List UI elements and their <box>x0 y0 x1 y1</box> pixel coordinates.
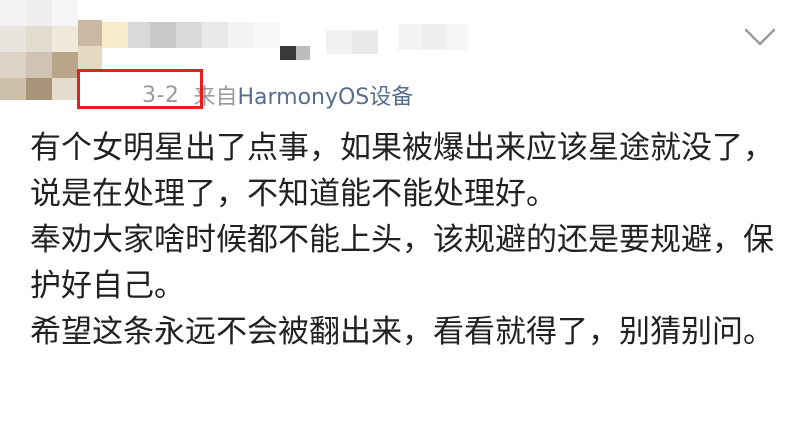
post-paragraph: 奉劝大家啥时候都不能上头，该规避的还是要规避，保护好自己。 <box>30 222 774 304</box>
avatar[interactable] <box>0 0 102 105</box>
highlight-box <box>77 69 203 109</box>
post-paragraph: 有个女明星出了点事，如果被爆出来应该星途就没了，说是在处理了，不知道能不能处理好… <box>30 130 774 212</box>
source-device-link[interactable]: HarmonyOS设备 <box>237 85 413 110</box>
post-paragraph: 希望这条永远不会被翻出来，看看就得了，别猜别问。 <box>30 314 774 350</box>
post-source: 来自HarmonyOS设备 <box>193 79 413 111</box>
chevron-down-icon[interactable] <box>740 22 780 50</box>
post-body: 有个女明星出了点事，如果被爆出来应该星途就没了，说是在处理了，不知道能不能处理好… <box>30 125 775 355</box>
obscured-user-header <box>0 0 470 100</box>
post-card: 3-2 来自HarmonyOS设备 有个女明星出了点事，如果被爆出来应该星途就没… <box>0 0 800 432</box>
